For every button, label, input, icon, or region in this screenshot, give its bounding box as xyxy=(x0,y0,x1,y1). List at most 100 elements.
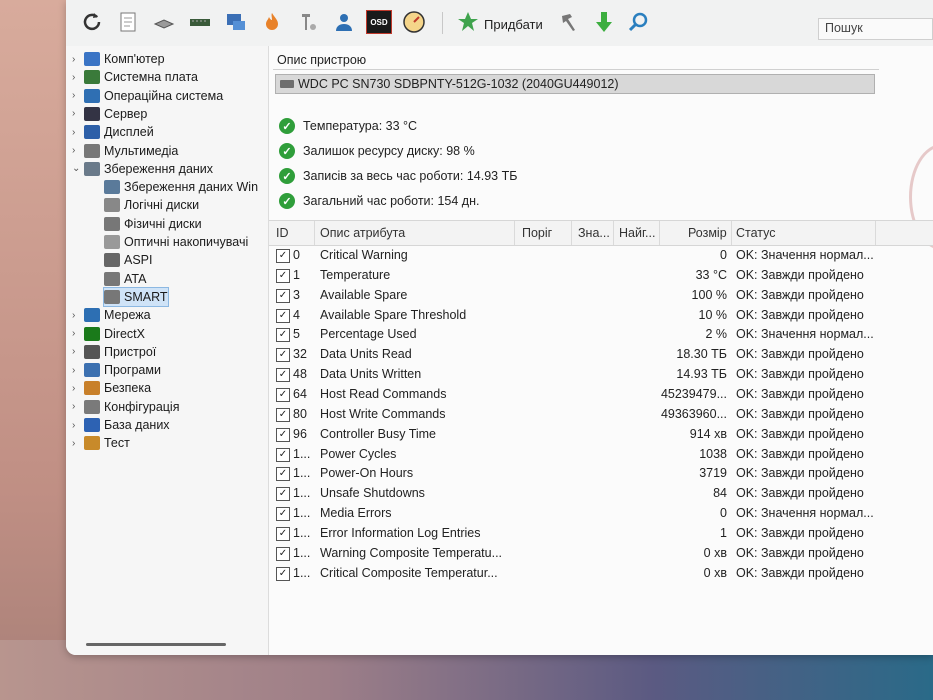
table-row[interactable]: ✓ 64 Host Read Commands 45239479... OK: Завж… xyxy=(269,385,933,405)
report-icon[interactable] xyxy=(116,10,140,34)
col-threshold[interactable]: Поріг xyxy=(522,226,552,240)
row-checkbox[interactable]: ✓ xyxy=(276,487,290,502)
refresh-icon[interactable] xyxy=(80,10,104,34)
table-row[interactable]: ✓ 80 Host Write Commands 49363960... OK: Зав… xyxy=(269,405,933,425)
table-row[interactable]: ✓ 0 Critical Warning 0 OK: Значення нормал..… xyxy=(269,246,933,266)
sidebar-item-13[interactable]: ATA xyxy=(104,270,146,288)
table-row[interactable]: ✓ 1... Critical Composite Temperatur... 0 х… xyxy=(269,564,933,584)
sidebar-item-14[interactable]: SMART xyxy=(103,286,169,307)
table-row[interactable]: ✓ 96 Controller Busy Time 914 хв OK: Завжди … xyxy=(269,425,933,445)
sidebar-item-18[interactable]: › Програми xyxy=(72,361,161,379)
star-icon[interactable] xyxy=(456,10,480,34)
row-checkbox[interactable]: ✓ xyxy=(276,368,290,383)
sidebar-item-4[interactable]: › Сервер xyxy=(72,105,147,123)
drive-icon[interactable] xyxy=(152,10,176,34)
flame-icon[interactable] xyxy=(260,10,284,34)
expand-chevron-icon[interactable]: › xyxy=(72,401,84,412)
sidebar-item-15[interactable]: › Мережа xyxy=(72,306,151,324)
expand-chevron-icon[interactable]: › xyxy=(72,310,84,321)
row-checkbox[interactable]: ✓ xyxy=(276,546,290,561)
row-checkbox[interactable]: ✓ xyxy=(276,249,290,263)
hammer-icon[interactable] xyxy=(558,10,582,34)
buy-button[interactable]: Придбати xyxy=(484,17,543,32)
expand-chevron-icon[interactable]: › xyxy=(72,420,84,431)
sidebar-item-20[interactable]: › Конфігурація xyxy=(72,398,179,416)
row-checkbox[interactable]: ✓ xyxy=(276,308,290,323)
sidebar-item-12[interactable]: ASPI xyxy=(104,251,153,269)
cell-status: OK: Завжди пройдено xyxy=(736,367,864,382)
search-input[interactable]: Пошук xyxy=(818,18,933,40)
horizontal-scrollbar[interactable] xyxy=(86,643,226,646)
sidebar-item-16[interactable]: › DirectX xyxy=(72,325,145,343)
sidebar-item-10[interactable]: Фізичні диски xyxy=(104,215,202,233)
sidebar-item-3[interactable]: › Операційна система xyxy=(72,87,223,105)
expand-chevron-icon[interactable]: › xyxy=(72,108,84,119)
expand-chevron-icon[interactable]: › xyxy=(72,438,84,449)
row-checkbox[interactable]: ✓ xyxy=(276,348,290,363)
col-size[interactable]: Розмір xyxy=(688,226,727,240)
expand-chevron-icon[interactable]: › xyxy=(72,72,84,83)
sidebar-item-11[interactable]: Оптичні накопичувачі xyxy=(104,233,248,251)
expand-chevron-icon[interactable]: › xyxy=(72,90,84,101)
sidebar-item-label: Збереження даних xyxy=(104,161,214,176)
expand-chevron-icon[interactable]: ⌄ xyxy=(72,163,84,174)
row-checkbox[interactable]: ✓ xyxy=(276,526,290,541)
table-row[interactable]: ✓ 1... Unsafe Shutdowns 84 OK: Завжди пройде… xyxy=(269,484,933,504)
sidebar-item-17[interactable]: › Пристрої xyxy=(72,343,156,361)
expand-chevron-icon[interactable]: › xyxy=(72,54,84,65)
row-checkbox[interactable]: ✓ xyxy=(276,467,290,482)
sidebar-item-7[interactable]: ⌄ Збереження даних xyxy=(72,160,213,178)
col-id[interactable]: ID xyxy=(276,226,289,240)
memory-icon[interactable] xyxy=(188,10,212,34)
col-worst[interactable]: Найг... xyxy=(619,226,655,240)
tree-node-icon xyxy=(104,198,120,213)
expand-chevron-icon[interactable]: › xyxy=(72,328,84,339)
row-checkbox[interactable]: ✓ xyxy=(276,447,290,462)
col-name[interactable]: Опис атрибута xyxy=(320,226,405,240)
expand-chevron-icon[interactable]: › xyxy=(72,383,84,394)
row-checkbox[interactable]: ✓ xyxy=(276,507,290,522)
device-name-field[interactable]: WDC PC SN730 SDBPNTY-512G-1032 (2040GU44… xyxy=(275,74,875,94)
expand-chevron-icon[interactable]: › xyxy=(72,365,84,376)
table-row[interactable]: ✓ 3 Available Spare 100 % OK: Завжди пройден… xyxy=(269,286,933,306)
table-row[interactable]: ✓ 1 Temperature 33 °C OK: Завжди пройдено xyxy=(269,266,933,286)
sidebar-item-22[interactable]: › Тест xyxy=(72,434,130,452)
expand-chevron-icon[interactable]: › xyxy=(72,145,84,156)
row-checkbox[interactable]: ✓ xyxy=(276,387,290,402)
sidebar-item-21[interactable]: › База даних xyxy=(72,416,170,434)
network-icon[interactable] xyxy=(224,10,248,34)
table-row[interactable]: ✓ 4 Available Spare Threshold 10 % OK: Завжд… xyxy=(269,306,933,326)
table-row[interactable]: ✓ 1... Power-On Hours 3719 OK: Завжди пройде… xyxy=(269,464,933,484)
sidebar-item-2[interactable]: › Системна плата xyxy=(72,68,198,86)
table-row[interactable]: ✓ 32 Data Units Read 18.30 ТБ OK: Завжди про… xyxy=(269,345,933,365)
col-value[interactable]: Зна... xyxy=(578,226,610,240)
expand-chevron-icon[interactable]: › xyxy=(72,346,84,357)
table-row[interactable]: ✓ 1... Error Information Log Entries 1 OK: З… xyxy=(269,524,933,544)
table-row[interactable]: ✓ 1... Warning Composite Temperatu... 0 хв O… xyxy=(269,544,933,564)
ok-check-icon: ✓ xyxy=(279,168,295,184)
row-checkbox[interactable]: ✓ xyxy=(276,288,290,303)
tools-icon[interactable] xyxy=(296,10,320,34)
table-row[interactable]: ✓ 1... Media Errors 0 OK: Значення нормал... xyxy=(269,504,933,524)
table-row[interactable]: ✓ 1... Power Cycles 1038 OK: Завжди пройдено xyxy=(269,445,933,465)
osd-icon[interactable]: OSD xyxy=(366,10,392,34)
row-checkbox[interactable]: ✓ xyxy=(276,566,290,581)
row-checkbox[interactable]: ✓ xyxy=(276,268,290,283)
table-row[interactable]: ✓ 48 Data Units Written 14.93 ТБ OK: Завжди … xyxy=(269,365,933,385)
sidebar-item-9[interactable]: Логічні диски xyxy=(104,196,199,214)
col-status[interactable]: Статус xyxy=(736,226,776,240)
sidebar-item-8[interactable]: Збереження даних Win xyxy=(104,178,258,196)
download-arrow-icon[interactable] xyxy=(592,10,616,34)
row-checkbox[interactable]: ✓ xyxy=(276,407,290,422)
row-checkbox[interactable]: ✓ xyxy=(276,328,290,343)
user-icon[interactable] xyxy=(332,10,356,34)
sidebar-item-6[interactable]: › Мультимедіа xyxy=(72,142,178,160)
table-row[interactable]: ✓ 5 Percentage Used 2 % OK: Значення нормал.… xyxy=(269,325,933,345)
sidebar-item-1[interactable]: › Комп'ютер xyxy=(72,50,165,68)
sidebar-item-19[interactable]: › Безпека xyxy=(72,379,151,397)
sidebar-item-5[interactable]: › Дисплей xyxy=(72,123,154,141)
search-icon[interactable] xyxy=(626,10,650,34)
expand-chevron-icon[interactable]: › xyxy=(72,127,84,138)
gauge-icon[interactable] xyxy=(402,10,426,34)
row-checkbox[interactable]: ✓ xyxy=(276,427,290,442)
